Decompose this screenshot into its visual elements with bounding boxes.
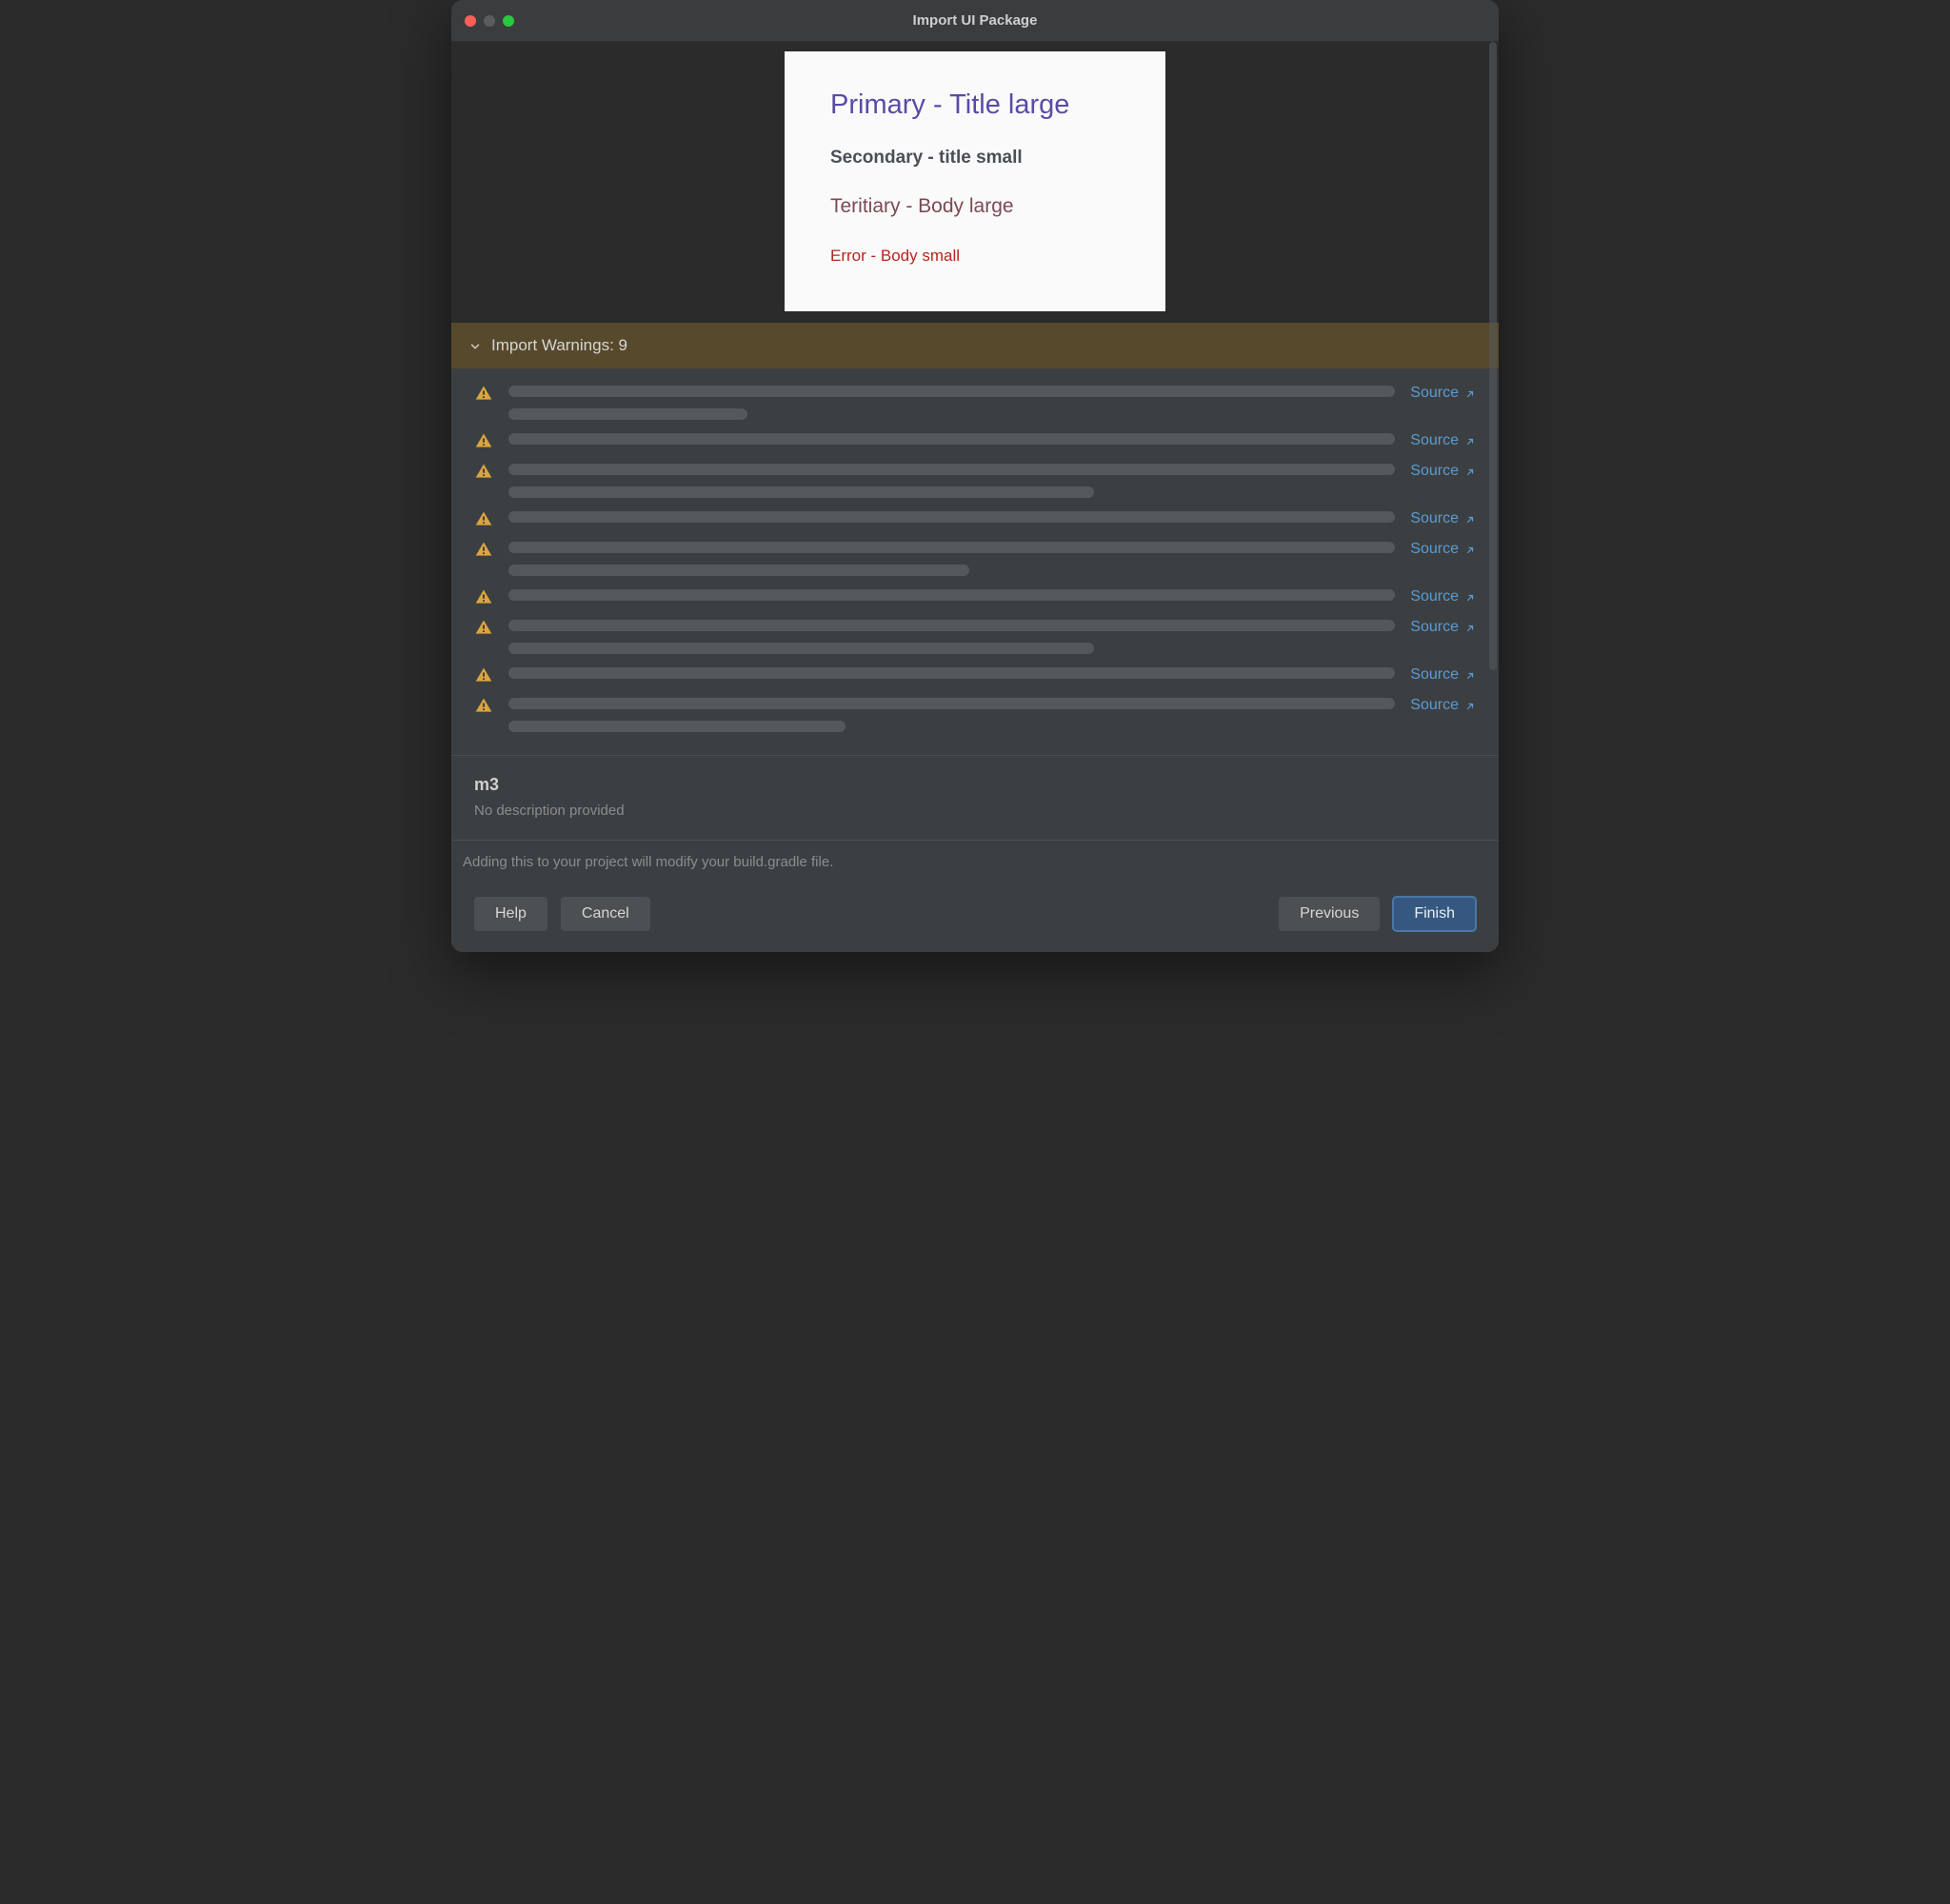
previous-button[interactable]: Previous bbox=[1279, 897, 1380, 931]
warning-source-label: Source bbox=[1410, 697, 1459, 714]
warning-row: Source bbox=[474, 433, 1476, 450]
external-link-icon bbox=[1464, 544, 1476, 555]
external-link-icon bbox=[1464, 669, 1476, 681]
redacted-text bbox=[508, 408, 747, 420]
warning-source-label: Source bbox=[1410, 463, 1459, 480]
redacted-text bbox=[508, 486, 1094, 498]
redacted-text bbox=[508, 667, 1395, 679]
warning-source-label: Source bbox=[1410, 432, 1459, 449]
external-link-icon bbox=[1464, 591, 1476, 603]
warning-text bbox=[508, 620, 1395, 654]
titlebar: Import UI Package bbox=[451, 0, 1499, 42]
warning-source-label: Source bbox=[1410, 588, 1459, 605]
warning-icon bbox=[474, 587, 493, 606]
warnings-header-label: Import Warnings: 9 bbox=[491, 336, 627, 355]
preview-secondary-text: Secondary - title small bbox=[830, 148, 1120, 169]
warnings-header[interactable]: Import Warnings: 9 bbox=[451, 323, 1499, 368]
dialog-window: Import UI Package Primary - Title large … bbox=[451, 0, 1499, 952]
redacted-text bbox=[508, 620, 1395, 631]
warning-icon bbox=[474, 384, 493, 403]
external-link-icon bbox=[1464, 435, 1476, 446]
warning-row: Source bbox=[474, 589, 1476, 606]
redacted-text bbox=[508, 589, 1395, 601]
warnings-list: Source Source Source Source Source Source Sour… bbox=[451, 368, 1499, 755]
redacted-text bbox=[508, 386, 1395, 397]
redacted-text bbox=[508, 643, 1094, 654]
dialog-buttons: Help Cancel Previous Finish bbox=[451, 883, 1499, 952]
warning-source-label: Source bbox=[1410, 541, 1459, 558]
preview-card: Primary - Title large Secondary - title … bbox=[785, 51, 1165, 311]
redacted-text bbox=[508, 698, 1395, 709]
window-title: Import UI Package bbox=[451, 12, 1499, 29]
warning-source-link[interactable]: Source bbox=[1410, 666, 1476, 684]
warning-source-label: Source bbox=[1410, 385, 1459, 402]
warning-icon bbox=[474, 431, 493, 450]
package-description: No description provided bbox=[474, 803, 1476, 819]
warning-source-label: Source bbox=[1410, 510, 1459, 527]
warning-row: Source bbox=[474, 667, 1476, 684]
warning-text bbox=[508, 542, 1395, 576]
warning-text bbox=[508, 511, 1395, 523]
help-button[interactable]: Help bbox=[474, 897, 547, 931]
warning-text bbox=[508, 589, 1395, 601]
warning-source-link[interactable]: Source bbox=[1410, 432, 1476, 449]
warning-text bbox=[508, 386, 1395, 420]
chevron-down-icon bbox=[468, 339, 482, 352]
warning-row: Source bbox=[474, 386, 1476, 420]
external-link-icon bbox=[1464, 622, 1476, 633]
warning-icon bbox=[474, 540, 493, 559]
warning-icon bbox=[474, 618, 493, 637]
warning-text bbox=[508, 464, 1395, 498]
preview-area: Primary - Title large Secondary - title … bbox=[451, 42, 1499, 323]
cancel-button[interactable]: Cancel bbox=[561, 897, 650, 931]
redacted-text bbox=[508, 464, 1395, 475]
footer-note: Adding this to your project will modify … bbox=[451, 840, 1499, 883]
preview-tertiary-text: Teritiary - Body large bbox=[830, 195, 1120, 218]
warning-row: Source bbox=[474, 511, 1476, 528]
warning-source-link[interactable]: Source bbox=[1410, 510, 1476, 527]
warning-text bbox=[508, 667, 1395, 679]
redacted-text bbox=[508, 511, 1395, 523]
package-name: m3 bbox=[474, 775, 1476, 795]
warning-source-link[interactable]: Source bbox=[1410, 463, 1476, 480]
warning-row: Source bbox=[474, 698, 1476, 732]
preview-error-text: Error - Body small bbox=[830, 247, 1120, 266]
warning-row: Source bbox=[474, 620, 1476, 654]
redacted-text bbox=[508, 565, 969, 576]
warning-source-label: Source bbox=[1410, 619, 1459, 636]
external-link-icon bbox=[1464, 387, 1476, 399]
redacted-text bbox=[508, 721, 846, 732]
external-link-icon bbox=[1464, 513, 1476, 525]
warning-source-label: Source bbox=[1410, 666, 1459, 684]
warning-icon bbox=[474, 665, 493, 684]
warning-source-link[interactable]: Source bbox=[1410, 588, 1476, 605]
warning-icon bbox=[474, 696, 493, 715]
warning-text bbox=[508, 433, 1395, 445]
warning-source-link[interactable]: Source bbox=[1410, 697, 1476, 714]
external-link-icon bbox=[1464, 466, 1476, 477]
warning-text bbox=[508, 698, 1395, 732]
warning-source-link[interactable]: Source bbox=[1410, 541, 1476, 558]
warning-source-link[interactable]: Source bbox=[1410, 619, 1476, 636]
warning-source-link[interactable]: Source bbox=[1410, 385, 1476, 402]
scrollbar[interactable] bbox=[1489, 42, 1497, 670]
redacted-text bbox=[508, 433, 1395, 445]
redacted-text bbox=[508, 542, 1395, 553]
warning-icon bbox=[474, 509, 493, 528]
warning-row: Source bbox=[474, 464, 1476, 498]
preview-primary-text: Primary - Title large bbox=[830, 89, 1120, 121]
package-meta: m3 No description provided bbox=[451, 755, 1499, 840]
finish-button[interactable]: Finish bbox=[1393, 897, 1476, 931]
warning-row: Source bbox=[474, 542, 1476, 576]
external-link-icon bbox=[1464, 700, 1476, 711]
warning-icon bbox=[474, 462, 493, 481]
